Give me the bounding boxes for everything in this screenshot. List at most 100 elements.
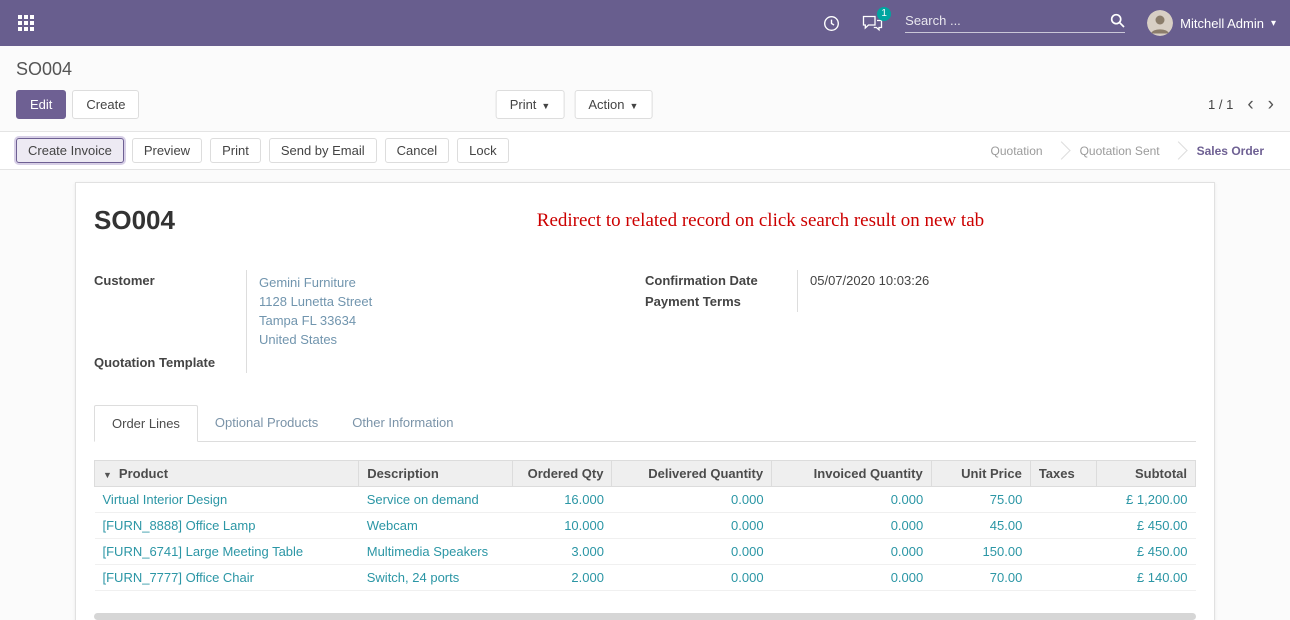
cell-description[interactable]: Switch, 24 ports	[359, 565, 513, 591]
cell-subtotal[interactable]: £ 450.00	[1096, 539, 1195, 565]
customer-street: 1128 Lunetta Street	[259, 292, 645, 311]
edit-button[interactable]: Edit	[16, 90, 66, 119]
stage-sales-order[interactable]: Sales Order	[1181, 140, 1280, 162]
tab-other-information[interactable]: Other Information	[335, 405, 470, 441]
form-view: SO004 Redirect to related record on clic…	[0, 170, 1290, 620]
global-search	[905, 13, 1125, 33]
create-invoice-button[interactable]: Create Invoice	[16, 138, 124, 163]
cell-subtotal[interactable]: £ 140.00	[1096, 565, 1195, 591]
cell-invoiced-qty[interactable]: 0.000	[772, 487, 932, 513]
quotation-template-label: Quotation Template	[94, 352, 246, 373]
cell-unit-price[interactable]: 70.00	[931, 565, 1030, 591]
cell-subtotal[interactable]: £ 450.00	[1096, 513, 1195, 539]
apps-menu-icon[interactable]	[14, 11, 38, 35]
col-taxes[interactable]: Taxes	[1030, 461, 1096, 487]
cancel-button[interactable]: Cancel	[385, 138, 449, 163]
preview-button[interactable]: Preview	[132, 138, 202, 163]
pager-value: 1 / 1	[1208, 97, 1233, 112]
cell-ordered-qty[interactable]: 16.000	[513, 487, 612, 513]
customer-value[interactable]: Gemini Furniture 1128 Lunetta Street Tam…	[246, 270, 645, 352]
table-header-row: ▼ Product Description Ordered Qty Deliver…	[95, 461, 1196, 487]
cell-product[interactable]: [FURN_8888] Office Lamp	[95, 513, 359, 539]
cell-taxes[interactable]	[1030, 487, 1096, 513]
cell-ordered-qty[interactable]: 3.000	[513, 539, 612, 565]
cell-invoiced-qty[interactable]: 0.000	[772, 513, 932, 539]
stage-quotation-sent[interactable]: Quotation Sent	[1064, 140, 1176, 162]
page-title: SO004	[94, 205, 175, 236]
send-by-email-button[interactable]: Send by Email	[269, 138, 377, 163]
cell-delivered-qty[interactable]: 0.000	[612, 539, 772, 565]
table-row[interactable]: Virtual Interior Design Service on deman…	[95, 487, 1196, 513]
confirmation-date-value: 05/07/2020 10:03:26	[797, 270, 1196, 291]
pager-previous-icon[interactable]: ‹	[1247, 98, 1253, 112]
cell-ordered-qty[interactable]: 10.000	[513, 513, 612, 539]
sales-order-sheet: SO004 Redirect to related record on clic…	[75, 182, 1215, 620]
cell-product[interactable]: [FURN_6741] Large Meeting Table	[95, 539, 359, 565]
tab-optional-products[interactable]: Optional Products	[198, 405, 335, 441]
customer-label: Customer	[94, 270, 246, 352]
user-name: Mitchell Admin	[1180, 16, 1264, 31]
statusbar: Create Invoice Preview Print Send by Ema…	[0, 131, 1290, 170]
table-row[interactable]: [FURN_7777] Office Chair Switch, 24 port…	[95, 565, 1196, 591]
col-product-label: Product	[119, 466, 168, 481]
order-lines-table: ▼ Product Description Ordered Qty Deliver…	[94, 460, 1196, 591]
print-dropdown-label: Print	[510, 97, 537, 112]
col-product[interactable]: ▼ Product	[95, 461, 359, 487]
table-row[interactable]: [FURN_6741] Large Meeting Table Multimed…	[95, 539, 1196, 565]
cell-delivered-qty[interactable]: 0.000	[612, 513, 772, 539]
print-button[interactable]: Print	[210, 138, 261, 163]
pager-next-icon[interactable]: ›	[1268, 98, 1274, 112]
cell-unit-price[interactable]: 45.00	[931, 513, 1030, 539]
cell-unit-price[interactable]: 150.00	[931, 539, 1030, 565]
avatar	[1147, 10, 1173, 36]
payment-terms-label: Payment Terms	[645, 291, 797, 312]
cell-product[interactable]: Virtual Interior Design	[95, 487, 359, 513]
messages-icon[interactable]: 1	[862, 14, 883, 32]
customer-name-link[interactable]: Gemini Furniture	[259, 273, 645, 292]
col-delivered-qty[interactable]: Delivered Quantity	[612, 461, 772, 487]
action-dropdown-label: Action	[588, 97, 624, 112]
col-unit-price[interactable]: Unit Price	[931, 461, 1030, 487]
cell-ordered-qty[interactable]: 2.000	[513, 565, 612, 591]
cell-delivered-qty[interactable]: 0.000	[612, 565, 772, 591]
user-menu[interactable]: Mitchell Admin ▾	[1147, 10, 1276, 36]
col-description[interactable]: Description	[359, 461, 513, 487]
action-dropdown[interactable]: Action▼	[574, 90, 652, 119]
cell-subtotal[interactable]: £ 1,200.00	[1096, 487, 1195, 513]
create-button[interactable]: Create	[72, 90, 139, 119]
chevron-down-icon: ▾	[1271, 18, 1276, 29]
table-row[interactable]: [FURN_8888] Office Lamp Webcam 10.000 0.…	[95, 513, 1196, 539]
cell-description[interactable]: Multimedia Speakers	[359, 539, 513, 565]
activities-clock-icon[interactable]	[823, 15, 840, 32]
horizontal-scrollbar[interactable]	[94, 613, 1196, 620]
breadcrumb: SO004	[0, 46, 1290, 86]
cell-description[interactable]: Service on demand	[359, 487, 513, 513]
cell-delivered-qty[interactable]: 0.000	[612, 487, 772, 513]
lock-button[interactable]: Lock	[457, 138, 508, 163]
search-icon[interactable]	[1110, 13, 1125, 28]
customer-country: United States	[259, 330, 645, 349]
stage-quotation[interactable]: Quotation	[975, 140, 1059, 162]
annotation-text: Redirect to related record on click sear…	[175, 205, 1196, 232]
col-invoiced-qty[interactable]: Invoiced Quantity	[772, 461, 932, 487]
cell-taxes[interactable]	[1030, 539, 1096, 565]
cell-description[interactable]: Webcam	[359, 513, 513, 539]
col-ordered-qty[interactable]: Ordered Qty	[513, 461, 612, 487]
cell-taxes[interactable]	[1030, 513, 1096, 539]
messages-badge: 1	[877, 7, 891, 21]
tab-order-lines[interactable]: Order Lines	[94, 405, 198, 442]
breadcrumb-title: SO004	[16, 59, 72, 79]
col-subtotal[interactable]: Subtotal	[1096, 461, 1195, 487]
cell-invoiced-qty[interactable]: 0.000	[772, 565, 932, 591]
customer-city: Tampa FL 33634	[259, 311, 645, 330]
search-input[interactable]	[905, 13, 1110, 28]
column-sort-caret-icon[interactable]: ▼	[103, 470, 112, 480]
cell-taxes[interactable]	[1030, 565, 1096, 591]
status-pipeline: Quotation Quotation Sent Sales Order	[975, 140, 1280, 162]
cell-unit-price[interactable]: 75.00	[931, 487, 1030, 513]
top-navbar: 1 Mitchell Admin ▾	[0, 0, 1290, 46]
print-dropdown[interactable]: Print▼	[496, 90, 565, 119]
cell-product[interactable]: [FURN_7777] Office Chair	[95, 565, 359, 591]
cell-invoiced-qty[interactable]: 0.000	[772, 539, 932, 565]
notebook-tabs: Order Lines Optional Products Other Info…	[94, 405, 1196, 442]
